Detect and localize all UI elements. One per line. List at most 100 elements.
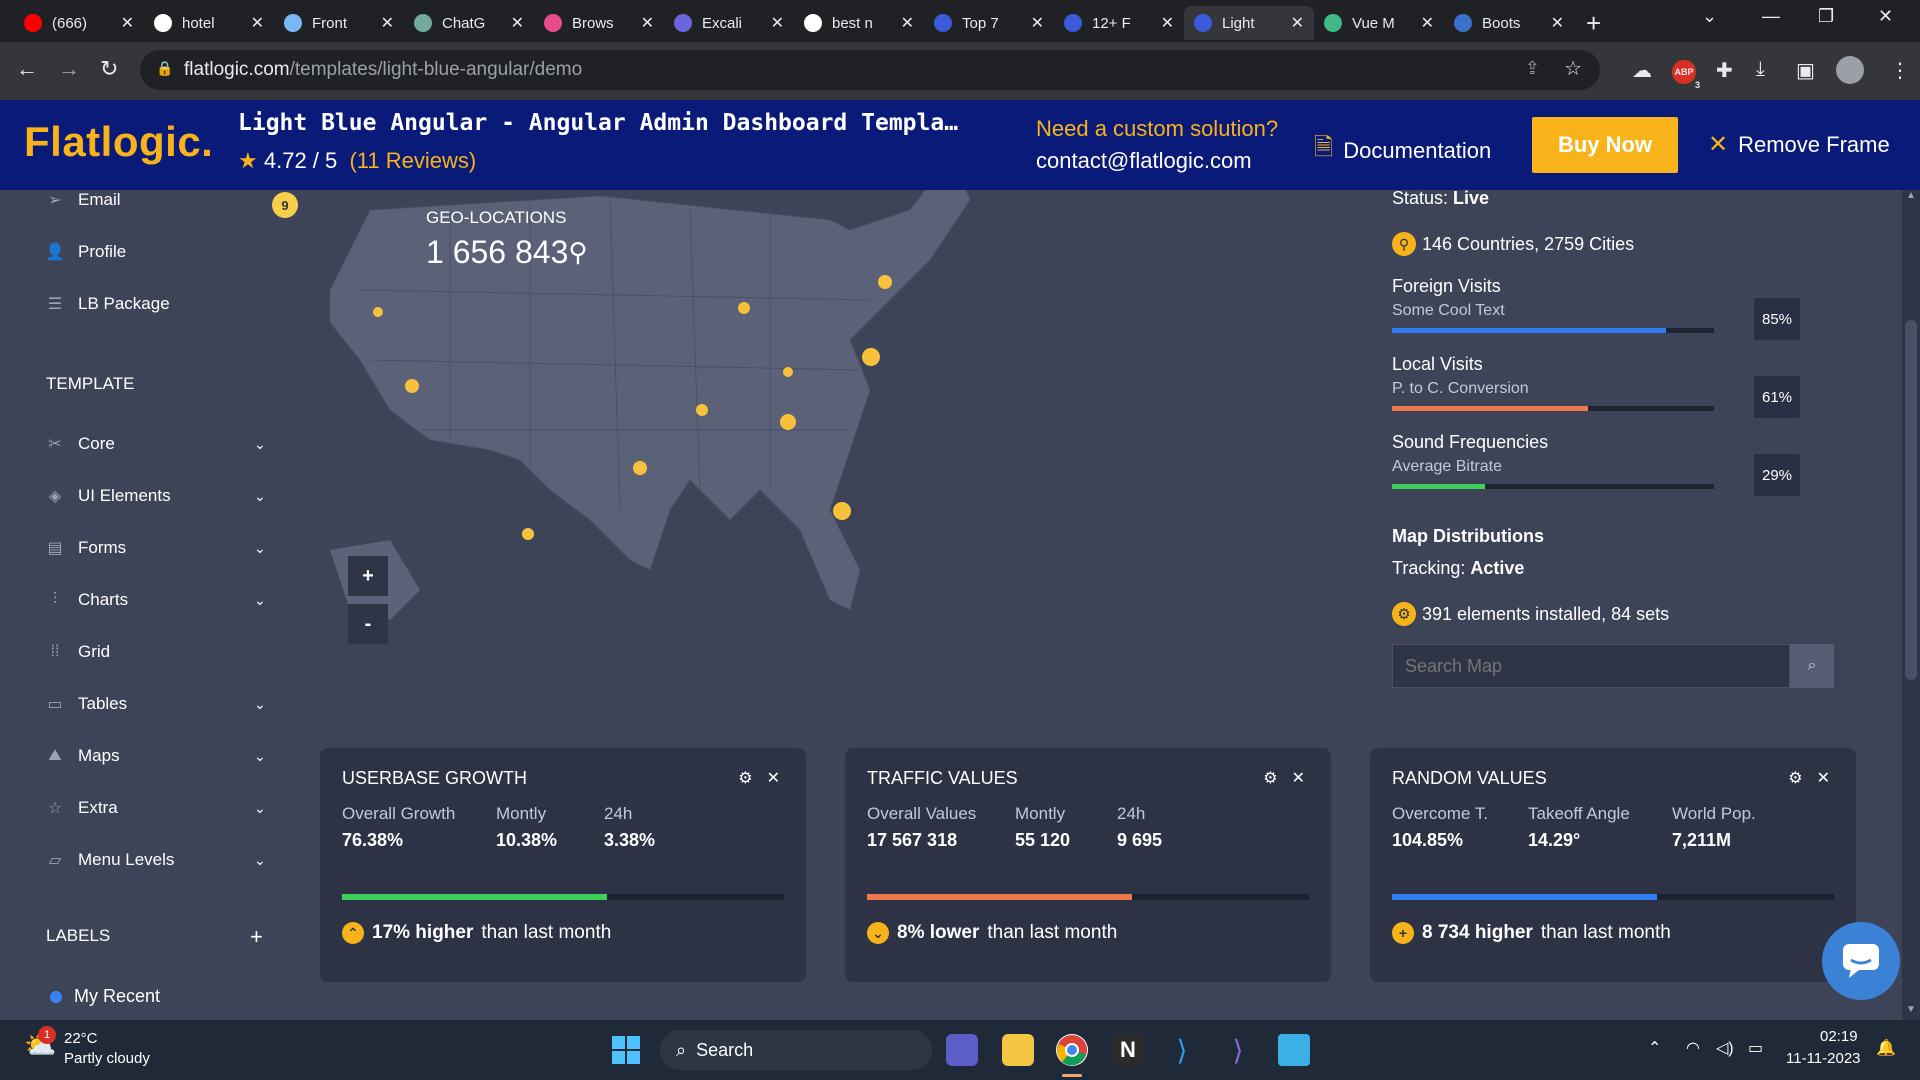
sidebar-item-menu-levels[interactable]: ▱ Menu Levels ⌄ (46, 850, 276, 870)
close-window-icon[interactable]: ✕ (1878, 6, 1893, 27)
map-location-marker[interactable] (878, 275, 892, 289)
share-icon[interactable]: ⇪ (1525, 58, 1540, 79)
remove-frame-button[interactable]: ✕ Remove Frame (1708, 130, 1890, 159)
browser-tab[interactable]: best n ✕ (794, 6, 924, 40)
sidebar-item-tables[interactable]: ▭ Tables ⌄ (46, 694, 276, 714)
extensions-puzzle-icon[interactable]: ✚ (1716, 58, 1733, 83)
vscode-icon[interactable]: ⟩ (1166, 1034, 1198, 1066)
taskbar-search[interactable]: ⌕ Search (660, 1030, 932, 1070)
widget-settings-icon[interactable]: ⚙ (738, 768, 752, 788)
map-location-marker[interactable] (780, 414, 796, 430)
tab-close-icon[interactable]: ✕ (1551, 13, 1564, 33)
contact-email[interactable]: contact@flatlogic.com (1036, 148, 1252, 174)
widget-settings-icon[interactable]: ⚙ (1263, 768, 1277, 788)
notepad-icon[interactable] (1278, 1034, 1310, 1066)
tab-close-icon[interactable]: ✕ (1291, 13, 1304, 33)
sidebar-item-grid[interactable]: ⁞⁞ Grid (46, 642, 276, 662)
flatlogic-logo[interactable]: Flatlogic. (24, 118, 213, 166)
sidebar-item-core[interactable]: ✂ Core ⌄ (46, 434, 276, 454)
bookmark-star-icon[interactable]: ☆ (1564, 56, 1582, 81)
widget-close-icon[interactable]: ✕ (1292, 768, 1305, 788)
chrome-menu-icon[interactable]: ⋮ (1890, 58, 1910, 83)
browser-tab[interactable]: 12+ F ✕ (1054, 6, 1184, 40)
tab-close-icon[interactable]: ✕ (901, 13, 914, 33)
widget-close-icon[interactable]: ✕ (1817, 768, 1830, 788)
side-panel-icon[interactable]: ▣ (1796, 58, 1815, 83)
chat-button[interactable] (1822, 922, 1900, 1000)
documentation-link[interactable]: 🗎 Documentation (1314, 130, 1491, 171)
map-location-marker[interactable] (633, 461, 647, 475)
tab-search-icon[interactable]: ⌄ (1702, 6, 1717, 27)
sidebar-item-extra[interactable]: ☆ Extra ⌄ (46, 798, 276, 818)
visual-studio-icon[interactable]: ⟩ (1222, 1034, 1254, 1066)
page-scrollbar[interactable]: ▲ ▼ (1902, 190, 1920, 1020)
weather-desc[interactable]: Partly cloudy (64, 1050, 150, 1067)
back-icon[interactable]: ← (16, 56, 38, 82)
label-my-recent[interactable]: My Recent (50, 986, 280, 1007)
scroll-down-icon[interactable]: ▼ (1906, 1004, 1916, 1015)
wifi-icon[interactable]: ◠ (1686, 1038, 1700, 1058)
tab-close-icon[interactable]: ✕ (1031, 13, 1044, 33)
sidebar-item-ui-elements[interactable]: ◈ UI Elements ⌄ (46, 486, 276, 506)
add-label-icon[interactable]: + (250, 924, 263, 950)
battery-icon[interactable]: ▭ (1748, 1038, 1763, 1058)
browser-tab[interactable]: Vue M ✕ (1314, 6, 1444, 40)
clock-date[interactable]: 11-11-2023 (1786, 1050, 1861, 1067)
tab-close-icon[interactable]: ✕ (641, 13, 654, 33)
forward-icon[interactable]: → (58, 56, 80, 82)
browser-tab[interactable]: Front ✕ (274, 6, 404, 40)
sidebar-item-charts[interactable]: ⫶ Charts ⌄ (46, 590, 276, 610)
sidebar-item-maps[interactable]: ⛰ Maps ⌄ (46, 746, 276, 766)
map-location-marker[interactable] (862, 348, 880, 366)
lock-icon[interactable]: 🔒 (156, 60, 173, 77)
browser-tab[interactable]: Excali ✕ (664, 6, 794, 40)
tab-close-icon[interactable]: ✕ (771, 13, 784, 33)
usa-map[interactable]: GEO-LOCATIONS 1 656 843 ⚲ + - (330, 190, 1190, 670)
profile-avatar[interactable] (1836, 56, 1864, 84)
search-map-input[interactable] (1392, 644, 1790, 688)
weather-temp[interactable]: 22°C (64, 1030, 98, 1047)
browser-tab[interactable]: Top 7 ✕ (924, 6, 1054, 40)
file-explorer-icon[interactable] (1002, 1034, 1034, 1066)
tab-close-icon[interactable]: ✕ (121, 13, 134, 33)
scrollbar-thumb[interactable] (1905, 320, 1917, 680)
notification-bell-icon[interactable]: 🔔 (1876, 1038, 1896, 1058)
restore-icon[interactable]: ❐ (1818, 6, 1834, 27)
windows-start-icon[interactable] (610, 1034, 642, 1066)
browser-tab[interactable]: Brows ✕ (534, 6, 664, 40)
map-location-marker[interactable] (783, 367, 793, 377)
minimize-icon[interactable]: — (1762, 6, 1780, 27)
teams-icon[interactable] (946, 1034, 978, 1066)
show-hidden-icons[interactable]: ⌃ (1648, 1038, 1661, 1058)
adblock-icon[interactable]: ABP 3 (1672, 60, 1702, 90)
tab-close-icon[interactable]: ✕ (1161, 13, 1174, 33)
extension-cloud-icon[interactable]: ☁ (1632, 58, 1652, 83)
sidebar-item-lb-package[interactable]: ☰ LB Package (46, 294, 276, 314)
map-location-marker[interactable] (696, 404, 708, 416)
browser-tab[interactable]: Light ✕ (1184, 6, 1314, 40)
sidebar-item-profile[interactable]: 👤 Profile (45, 242, 276, 262)
zoom-in-button[interactable]: + (348, 556, 388, 596)
browser-tab[interactable]: ChatG ✕ (404, 6, 534, 40)
scroll-up-icon[interactable]: ▲ (1906, 190, 1916, 201)
chrome-icon[interactable] (1056, 1034, 1088, 1066)
widget-settings-icon[interactable]: ⚙ (1788, 768, 1802, 788)
tab-close-icon[interactable]: ✕ (251, 13, 264, 33)
clock-time[interactable]: 02:19 (1820, 1028, 1858, 1045)
sidebar-item-email[interactable]: ➢ Email 9 (46, 190, 298, 218)
volume-icon[interactable]: ◁) (1716, 1038, 1734, 1058)
download-icon[interactable]: ⤓ (1756, 58, 1765, 81)
map-location-marker[interactable] (833, 502, 851, 520)
widget-close-icon[interactable]: ✕ (767, 768, 780, 788)
browser-tab[interactable]: (666) ✕ (14, 6, 144, 40)
map-location-marker[interactable] (373, 307, 383, 317)
map-location-marker[interactable] (405, 379, 419, 393)
url-input[interactable]: 🔒 flatlogic.com/templates/light-blue-ang… (140, 50, 1600, 90)
map-location-marker[interactable] (738, 302, 750, 314)
zoom-out-button[interactable]: - (348, 604, 388, 644)
sidebar-item-forms[interactable]: ▤ Forms ⌄ (46, 538, 276, 558)
tab-close-icon[interactable]: ✕ (1421, 13, 1434, 33)
map-location-marker[interactable] (522, 528, 534, 540)
notion-icon[interactable]: N (1112, 1034, 1144, 1066)
browser-tab[interactable]: Boots ✕ (1444, 6, 1574, 40)
